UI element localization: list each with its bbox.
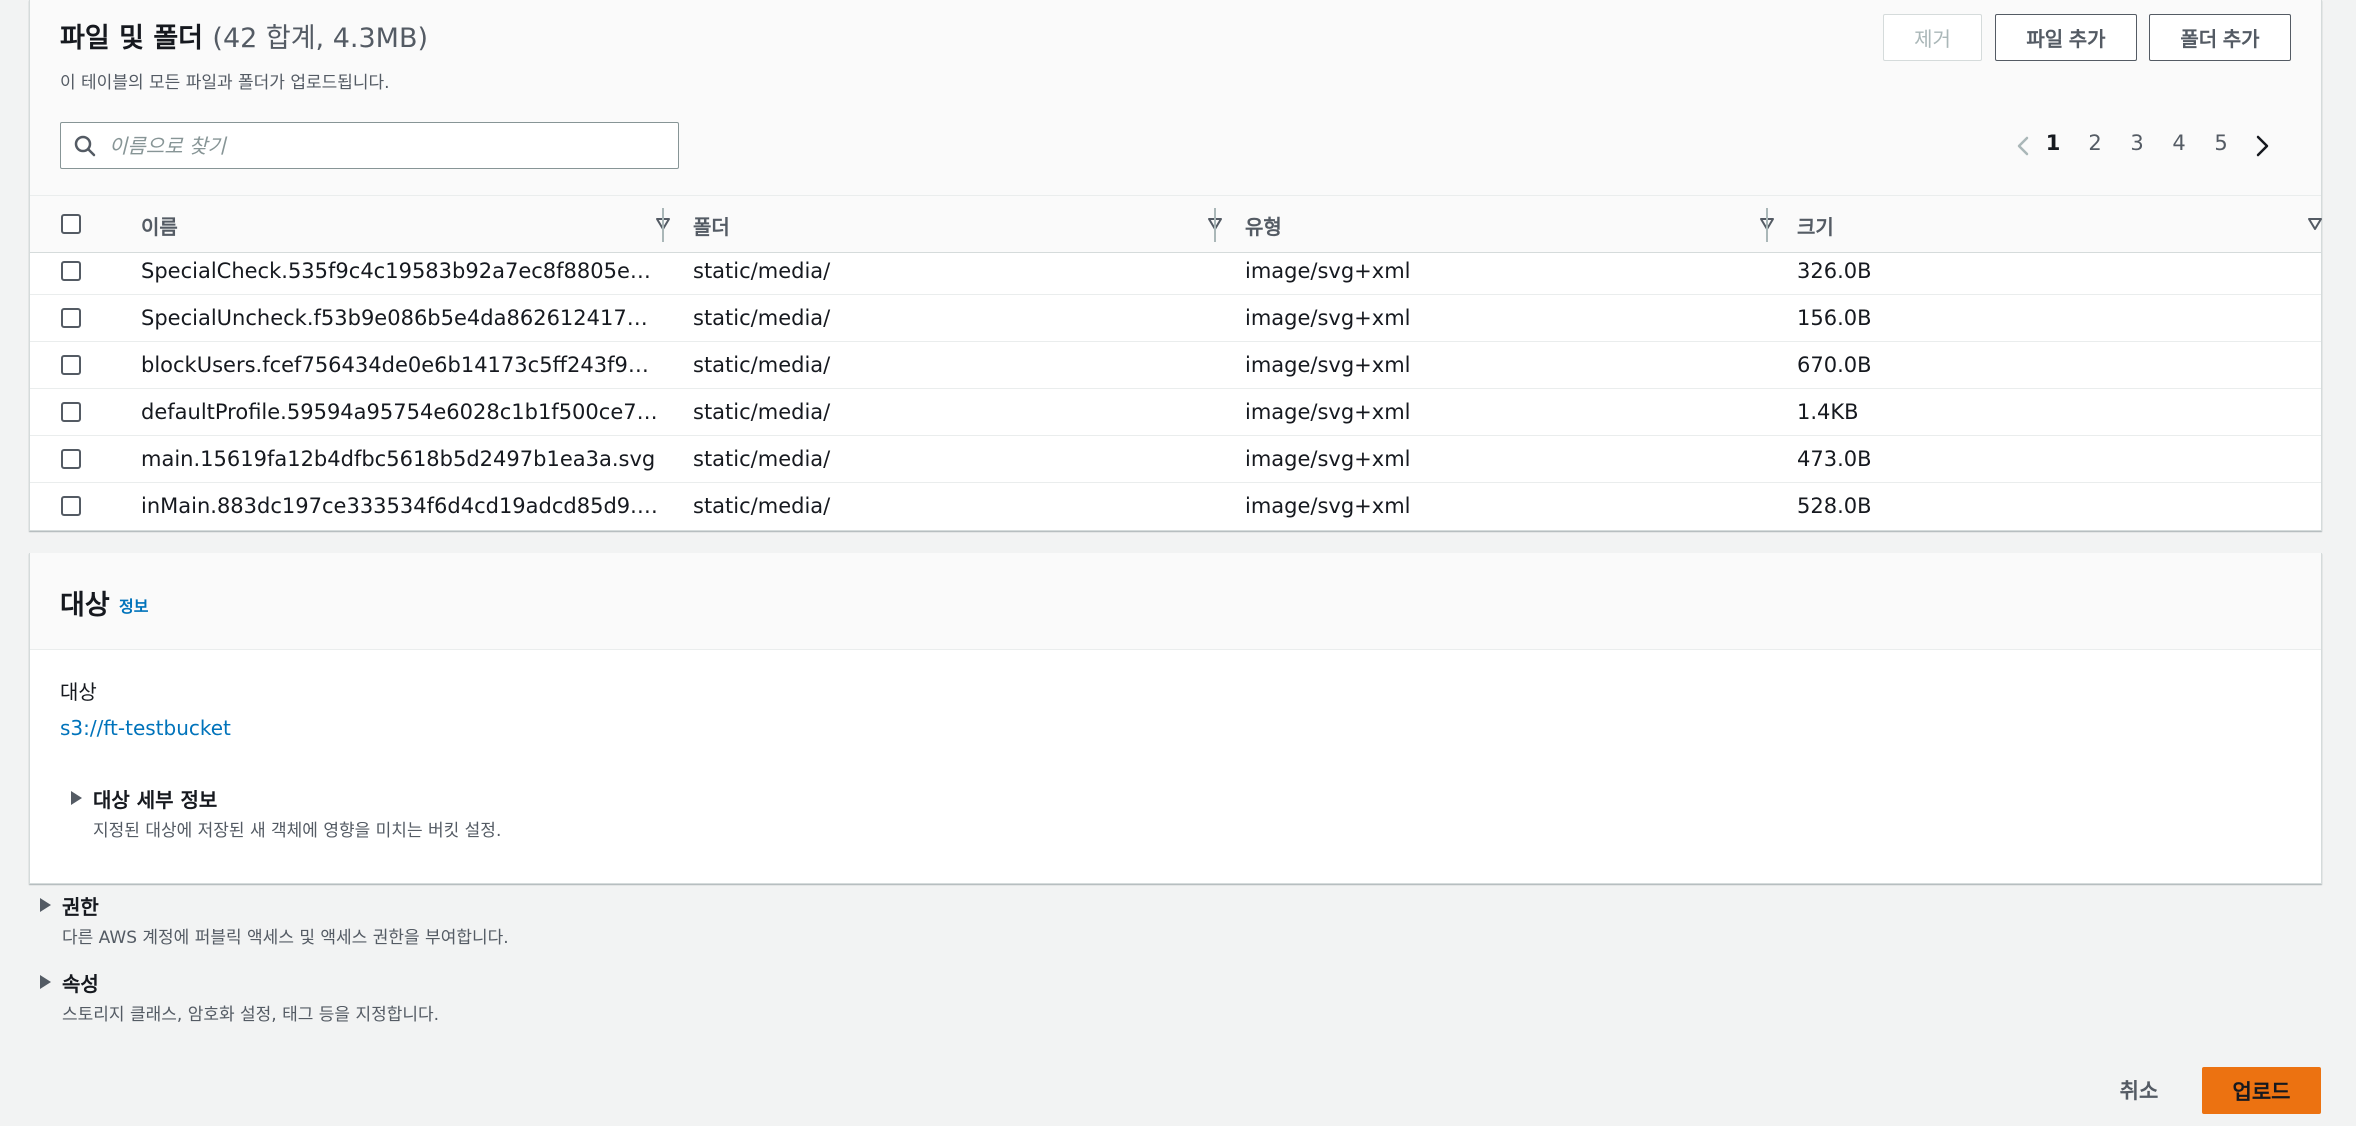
column-label: 폴더 [693,214,730,239]
search-input[interactable] [109,129,664,162]
file-name: SpecialUncheck.f53b9e086b5e4da8626124176… [141,306,661,330]
files-description: 이 테이블의 모든 파일과 폴더가 업로드됩니다. [60,73,390,93]
table-row[interactable]: main.15619fa12b4dfbc5618b5d2497b1ea3a.sv… [30,436,2321,483]
files-title-text: 파일 및 폴더 [60,23,203,54]
table-row[interactable]: SpecialUncheck.f53b9e086b5e4da8626124176… [30,295,2321,342]
destination-details-description: 지정된 대상에 저장된 새 객체에 영향을 미치는 버킷 설정. [93,821,502,841]
row-checkbox[interactable] [61,402,81,422]
file-type: image/svg+xml [1245,306,1411,330]
column-divider[interactable] [1766,208,1768,242]
file-name: SpecialCheck.535f9c4c19583b92a7ec8f8805e… [141,259,661,283]
file-size: 1.4KB [1797,400,1859,424]
bucket-link[interactable]: s3://ft-testbucket [60,716,231,740]
table-row[interactable]: defaultProfile.59594a95754e6028c1b1f500c… [30,389,2321,436]
destination-label: 대상 [60,680,97,704]
column-header-type[interactable]: 유형 [1245,196,1785,254]
column-label: 크기 [1797,214,1834,239]
chevron-right-icon[interactable] [2248,132,2276,160]
page-3[interactable]: 3 [2123,131,2151,155]
select-all-checkbox[interactable] [61,214,81,234]
column-header-size[interactable]: 크기 [1797,196,2322,254]
properties-description: 스토리지 클래스, 암호화 설정, 태그 등을 지정합니다. [62,1005,440,1025]
file-type: image/svg+xml [1245,494,1411,518]
destination-header: 대상 정보 [30,553,2321,650]
column-header-folder[interactable]: 폴더 [693,196,1233,254]
file-type: image/svg+xml [1245,400,1411,424]
files-title: 파일 및 폴더 (42 합계, 4.3MB) [60,16,428,55]
files-count: (42 합계, 4.3MB) [212,23,429,54]
row-checkbox[interactable] [61,355,81,375]
search-box [60,122,679,169]
row-checkbox[interactable] [61,261,81,281]
destination-details-title: 대상 세부 정보 [93,788,218,812]
search-icon [74,135,96,157]
file-name: defaultProfile.59594a95754e6028c1b1f500c… [141,400,661,424]
cancel-button[interactable]: 취소 [2103,1070,2175,1110]
file-folder: static/media/ [693,306,831,330]
table-row[interactable]: blockUsers.fcef756434de0e6b14173c5ff243f… [30,342,2321,389]
row-checkbox[interactable] [61,449,81,469]
caret-right-icon [40,898,51,912]
file-folder: static/media/ [693,353,831,377]
page-2[interactable]: 2 [2081,131,2109,155]
caret-right-icon [40,975,51,989]
file-size: 670.0B [1797,353,1872,377]
file-name: blockUsers.fcef756434de0e6b14173c5ff243f… [141,353,661,377]
file-size: 473.0B [1797,447,1872,471]
column-divider[interactable] [1214,208,1216,242]
destination-title: 대상 [60,590,110,621]
file-type: image/svg+xml [1245,353,1411,377]
row-checkbox[interactable] [61,308,81,328]
table-row[interactable]: SpecialCheck.535f9c4c19583b92a7ec8f8805e… [30,248,2321,295]
chevron-left-icon[interactable] [2010,132,2038,160]
upload-button[interactable]: 업로드 [2202,1067,2321,1114]
page-5[interactable]: 5 [2207,131,2235,155]
file-folder: static/media/ [693,447,831,471]
file-type: image/svg+xml [1245,259,1411,283]
column-header-name[interactable]: 이름 [141,196,681,254]
column-label: 이름 [141,214,178,239]
column-label: 유형 [1245,214,1282,239]
table-row[interactable]: inMain.883dc197ce333534f6d4cd19adcd85d9.… [30,483,2321,530]
info-link[interactable]: 정보 [119,593,148,617]
page-4[interactable]: 4 [2165,131,2193,155]
permissions-title: 권한 [62,895,99,919]
files-panel-header: 파일 및 폴더 (42 합계, 4.3MB) 이 테이블의 모든 파일과 폴더가… [30,0,2321,195]
files-and-folders-panel: 파일 및 폴더 (42 합계, 4.3MB) 이 테이블의 모든 파일과 폴더가… [29,0,2322,531]
properties-title: 속성 [62,972,99,996]
add-folder-button[interactable]: 폴더 추가 [2149,14,2291,61]
column-divider[interactable] [662,208,664,242]
destination-panel: 대상 정보 대상 s3://ft-testbucket 대상 세부 정보 지정된… [29,553,2322,884]
file-size: 528.0B [1797,494,1872,518]
add-file-button[interactable]: 파일 추가 [1995,14,2137,61]
file-size: 326.0B [1797,259,1872,283]
file-folder: static/media/ [693,400,831,424]
file-folder: static/media/ [693,494,831,518]
file-folder: static/media/ [693,259,831,283]
file-name: main.15619fa12b4dfbc5618b5d2497b1ea3a.sv… [141,447,656,471]
pagination: 1 2 3 4 5 [2010,126,2310,166]
table-header: 이름 폴더 유형 크기 [30,195,2322,254]
file-size: 156.0B [1797,306,1872,330]
file-type: image/svg+xml [1245,447,1411,471]
remove-button[interactable]: 제거 [1883,14,1982,61]
permissions-description: 다른 AWS 계정에 퍼블릭 액세스 및 액세스 권한을 부여합니다. [62,928,509,948]
page-1[interactable]: 1 [2039,131,2067,155]
file-name: inMain.883dc197ce333534f6d4cd19adcd85d9.… [141,494,661,518]
row-checkbox[interactable] [61,496,81,516]
sort-down-icon [2308,218,2322,230]
caret-right-icon [71,791,82,805]
